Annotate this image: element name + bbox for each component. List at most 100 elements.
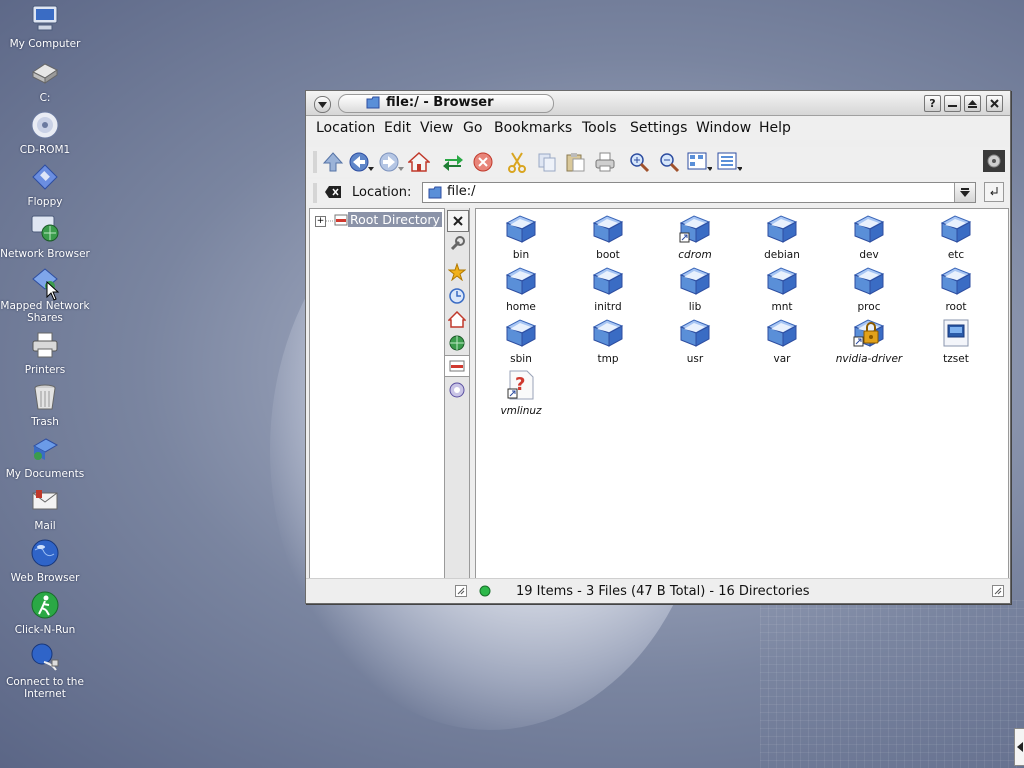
sidebar-tab-bookmarks[interactable] bbox=[447, 262, 467, 282]
file-item-label: mnt bbox=[771, 301, 793, 313]
toolbar-handle[interactable] bbox=[312, 151, 318, 173]
clear-location-button[interactable] bbox=[323, 183, 343, 201]
file-item[interactable]: sbin bbox=[486, 317, 556, 365]
go-button[interactable] bbox=[984, 182, 1004, 202]
menu-edit[interactable]: Edit bbox=[384, 120, 411, 136]
file-item-label: tzset bbox=[943, 353, 969, 365]
help-button[interactable]: ? bbox=[924, 95, 941, 112]
menu-window[interactable]: Window bbox=[696, 120, 751, 136]
home-button[interactable] bbox=[406, 150, 432, 174]
file-item[interactable]: nvidia-driver bbox=[834, 317, 904, 365]
maximize-button[interactable] bbox=[964, 95, 981, 112]
desktop-icon-cdrom[interactable]: CD-ROM1 bbox=[0, 110, 90, 156]
desktop-icon-network-browser[interactable]: Network Browser bbox=[0, 214, 90, 260]
reload-button[interactable] bbox=[440, 150, 466, 174]
print-button[interactable] bbox=[592, 150, 618, 174]
window-menu-button[interactable] bbox=[314, 96, 331, 113]
close-sidebar-button[interactable] bbox=[447, 210, 469, 232]
stop-button[interactable] bbox=[470, 150, 496, 174]
desktop-icon-my-computer[interactable]: My Computer bbox=[0, 4, 90, 50]
file-item[interactable]: dev bbox=[834, 213, 904, 261]
location-bar: Location: file:/ bbox=[306, 179, 1010, 205]
file-item-label: debian bbox=[764, 249, 800, 261]
copy-button[interactable] bbox=[534, 150, 560, 174]
sidebar-tab-root-directory[interactable] bbox=[445, 355, 469, 377]
zoom-out-button[interactable] bbox=[656, 150, 682, 174]
minimize-button[interactable] bbox=[944, 95, 961, 112]
location-dropdown-button[interactable] bbox=[954, 183, 975, 202]
file-item[interactable]: boot bbox=[573, 213, 643, 261]
file-item-label: etc bbox=[947, 249, 965, 261]
sidebar-tab-home[interactable] bbox=[447, 310, 467, 330]
back-button[interactable] bbox=[348, 150, 374, 174]
desktop-icon-web-browser[interactable]: Web Browser bbox=[0, 538, 90, 584]
file-icon-view[interactable]: bin boot cdrom debian dev etc home initrd lib mnt… bbox=[475, 208, 1009, 580]
desktop-icon-label: Mapped Network Shares bbox=[0, 300, 90, 324]
resize-grip-icon[interactable] bbox=[992, 585, 1004, 597]
file-item[interactable]: ? vmlinuz bbox=[486, 369, 556, 417]
file-item[interactable]: tzset bbox=[921, 317, 991, 365]
cut-button[interactable] bbox=[504, 150, 530, 174]
zoom-in-button[interactable] bbox=[626, 150, 652, 174]
paste-button[interactable] bbox=[562, 150, 588, 174]
tree-expand-button[interactable]: + bbox=[315, 216, 326, 227]
desktop-icon-floppy[interactable]: Floppy bbox=[0, 162, 90, 208]
desktop-icon-printers[interactable]: Printers bbox=[0, 330, 90, 376]
menu-tools[interactable]: Tools bbox=[582, 120, 617, 136]
file-item[interactable]: debian bbox=[747, 213, 817, 261]
file-item[interactable]: home bbox=[486, 265, 556, 313]
sidebar-tab-services[interactable] bbox=[447, 380, 467, 400]
file-item[interactable]: bin bbox=[486, 213, 556, 261]
location-value: file:/ bbox=[447, 184, 476, 199]
menu-go[interactable]: Go bbox=[463, 120, 482, 136]
file-item[interactable]: usr bbox=[660, 317, 730, 365]
maximize-icon bbox=[968, 100, 977, 108]
desktop-icon-trash[interactable]: Trash bbox=[0, 382, 90, 428]
resize-grip-icon[interactable] bbox=[455, 585, 467, 597]
location-bar-handle[interactable] bbox=[312, 183, 318, 203]
icon-view-button[interactable] bbox=[686, 150, 712, 174]
file-item[interactable]: etc bbox=[921, 213, 991, 261]
desktop-icon-mapped-network-shares[interactable]: Mapped Network Shares bbox=[0, 266, 90, 324]
desktop-icon-label: Mail bbox=[34, 520, 56, 532]
file-item-label: var bbox=[773, 353, 791, 365]
trash-icon bbox=[29, 382, 61, 414]
desktop-icon-drive-c[interactable]: C: bbox=[0, 58, 90, 104]
tree-connector bbox=[326, 220, 334, 222]
file-item-label: boot bbox=[596, 249, 620, 261]
tree-item-root-directory[interactable]: Root Directory bbox=[348, 212, 442, 227]
file-item[interactable]: tmp bbox=[573, 317, 643, 365]
forward-button[interactable] bbox=[378, 150, 404, 174]
menu-help[interactable]: Help bbox=[759, 120, 791, 136]
up-button[interactable] bbox=[320, 150, 346, 174]
menu-bookmarks[interactable]: Bookmarks bbox=[494, 120, 572, 136]
folder-icon bbox=[940, 267, 972, 295]
menu-view[interactable]: View bbox=[420, 120, 453, 136]
title-bar[interactable]: file:/ - Browser ? bbox=[306, 91, 1010, 116]
detail-view-button[interactable] bbox=[716, 150, 742, 174]
folder-icon bbox=[679, 215, 711, 243]
file-item[interactable]: root bbox=[921, 265, 991, 313]
desktop-icon-mail[interactable]: Mail bbox=[0, 486, 90, 532]
file-item[interactable]: lib bbox=[660, 265, 730, 313]
panel-hide-handle[interactable] bbox=[1014, 728, 1024, 766]
menu-location[interactable]: Location bbox=[316, 120, 375, 136]
status-text: 19 Items - 3 Files (47 B Total) - 16 Dir… bbox=[516, 584, 810, 599]
sidebar-tab-network[interactable] bbox=[447, 333, 467, 353]
desktop-icon-my-documents[interactable]: My Documents bbox=[0, 434, 90, 480]
menu-settings[interactable]: Settings bbox=[630, 120, 687, 136]
file-item[interactable]: var bbox=[747, 317, 817, 365]
file-item[interactable]: cdrom bbox=[660, 213, 730, 261]
file-item-label: vmlinuz bbox=[500, 405, 542, 417]
tree-view[interactable]: + Root Directory bbox=[309, 208, 445, 580]
desktop-icon-connect-internet[interactable]: Connect to the Internet bbox=[0, 642, 90, 700]
sidebar-tab-tools[interactable] bbox=[447, 234, 467, 254]
file-item[interactable]: proc bbox=[834, 265, 904, 313]
file-item[interactable]: initrd bbox=[573, 265, 643, 313]
file-item[interactable]: mnt bbox=[747, 265, 817, 313]
desktop-icon-click-n-run[interactable]: Click-N-Run bbox=[0, 590, 90, 636]
up-arrow-icon bbox=[322, 152, 344, 172]
sidebar-tab-history[interactable] bbox=[447, 286, 467, 306]
close-button[interactable] bbox=[986, 95, 1003, 112]
location-input[interactable]: file:/ bbox=[422, 182, 976, 203]
